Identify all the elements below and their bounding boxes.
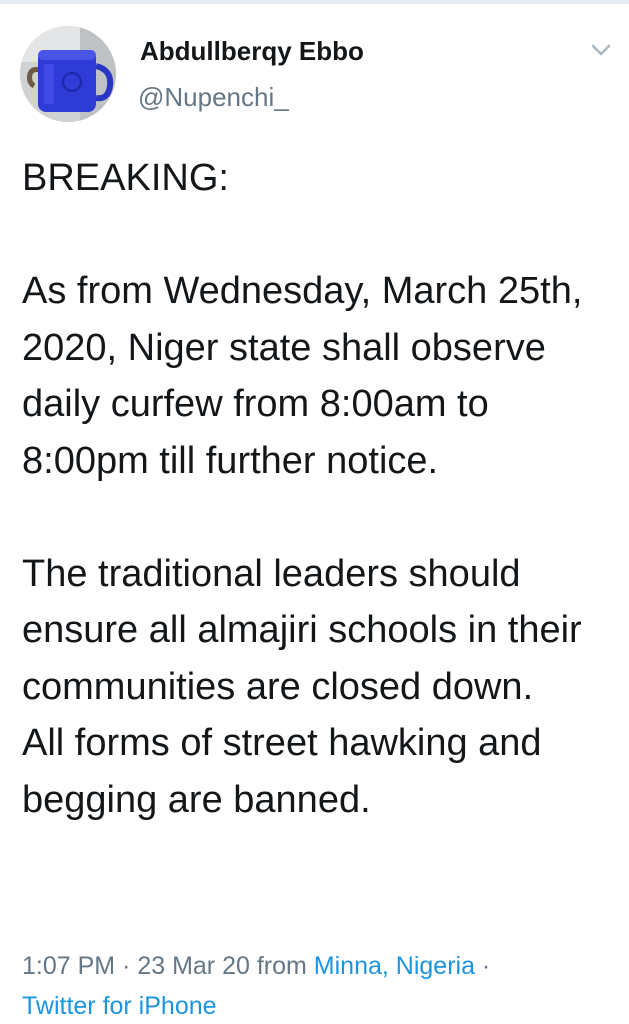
source-link[interactable]: Twitter for iPhone: [22, 992, 217, 1020]
tweet-date[interactable]: 23 Mar 20: [137, 952, 250, 980]
location-link[interactable]: Minna, Nigeria: [314, 952, 475, 980]
author-handle[interactable]: @Nupenchi_: [138, 82, 289, 113]
tweet-metadata: 1:07 PM · 23 Mar 20 from Minna, Nigeria …: [22, 946, 622, 1024]
from-label: from: [256, 952, 307, 980]
meta-separator: ·: [115, 952, 138, 980]
tweet-paragraph: BREAKING:: [22, 157, 229, 199]
top-divider: [0, 0, 629, 4]
mug-photo-icon: [20, 26, 116, 122]
tweet-text: BREAKING: As from Wednesday, March 25th,…: [22, 150, 617, 828]
author-display-name[interactable]: Abdullberqy Ebbo: [140, 36, 364, 67]
chevron-down-icon[interactable]: [588, 40, 614, 60]
tweet-time[interactable]: 1:07 PM: [22, 952, 115, 980]
avatar[interactable]: [20, 26, 116, 122]
meta-separator: ·: [474, 952, 491, 980]
tweet-paragraph: As from Wednesday, March 25th, 2020, Nig…: [22, 270, 583, 482]
tweet-paragraph: The traditional leaders should ensure al…: [22, 552, 582, 821]
